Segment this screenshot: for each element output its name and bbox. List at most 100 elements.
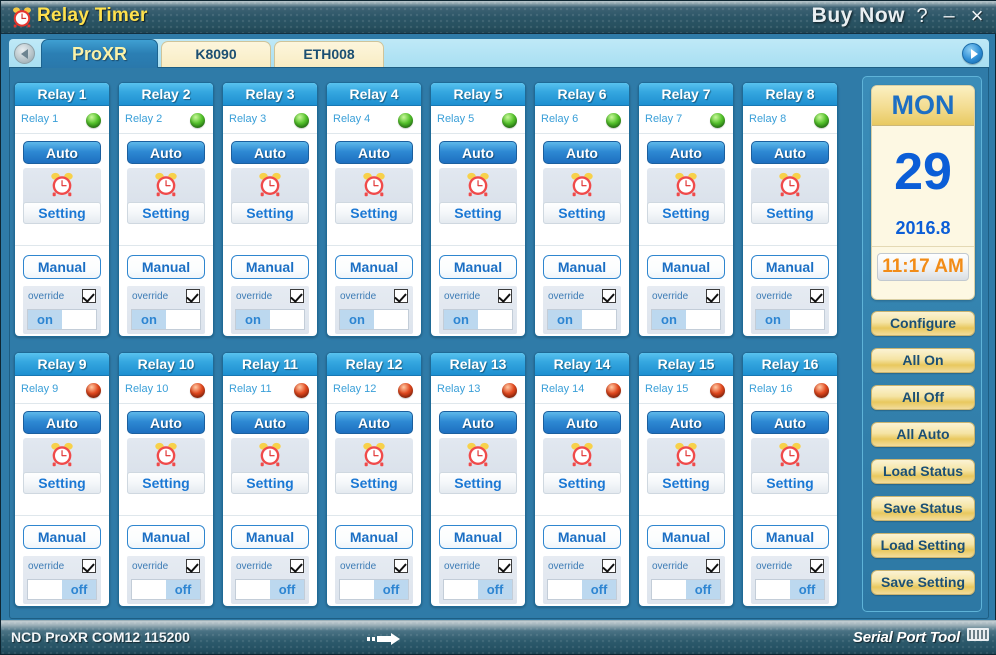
toggle-on[interactable]: on <box>444 310 478 329</box>
auto-button[interactable]: Auto <box>127 411 205 434</box>
toggle-on[interactable]: on <box>548 310 582 329</box>
on-off-toggle[interactable]: off <box>755 579 825 600</box>
override-checkbox[interactable] <box>810 559 824 573</box>
setting-button[interactable]: Setting <box>335 472 413 494</box>
toggle-blank[interactable] <box>340 580 374 599</box>
toggle-blank[interactable] <box>652 580 686 599</box>
manual-button[interactable]: Manual <box>543 525 621 549</box>
auto-button[interactable]: Auto <box>231 141 309 164</box>
chevron-right-icon[interactable] <box>962 43 983 64</box>
manual-button[interactable]: Manual <box>335 525 413 549</box>
chevron-left-icon[interactable] <box>14 43 35 64</box>
sidebar-button-all-on[interactable]: All On <box>871 348 975 373</box>
setting-button[interactable]: Setting <box>231 472 309 494</box>
setting-button[interactable]: Setting <box>439 202 517 224</box>
manual-button[interactable]: Manual <box>647 255 725 279</box>
auto-button[interactable]: Auto <box>231 411 309 434</box>
auto-button[interactable]: Auto <box>439 411 517 434</box>
toggle-on[interactable]: on <box>236 310 270 329</box>
toggle-blank[interactable] <box>374 310 408 329</box>
toggle-off[interactable]: off <box>478 580 512 599</box>
toggle-on[interactable]: on <box>756 310 790 329</box>
toggle-blank[interactable] <box>62 310 96 329</box>
override-checkbox[interactable] <box>498 289 512 303</box>
override-checkbox[interactable] <box>498 559 512 573</box>
auto-button[interactable]: Auto <box>23 411 101 434</box>
toggle-on[interactable]: on <box>28 310 62 329</box>
auto-button[interactable]: Auto <box>543 411 621 434</box>
setting-button[interactable]: Setting <box>23 202 101 224</box>
auto-button[interactable]: Auto <box>335 411 413 434</box>
toggle-blank[interactable] <box>444 580 478 599</box>
on-off-toggle[interactable]: on <box>131 309 201 330</box>
on-off-toggle[interactable]: off <box>547 579 617 600</box>
manual-button[interactable]: Manual <box>127 525 205 549</box>
toggle-blank[interactable] <box>28 580 62 599</box>
toggle-blank[interactable] <box>478 310 512 329</box>
on-off-toggle[interactable]: on <box>651 309 721 330</box>
toggle-off[interactable]: off <box>790 580 824 599</box>
setting-button[interactable]: Setting <box>127 202 205 224</box>
auto-button[interactable]: Auto <box>751 141 829 164</box>
setting-button[interactable]: Setting <box>751 472 829 494</box>
override-checkbox[interactable] <box>186 289 200 303</box>
override-checkbox[interactable] <box>394 559 408 573</box>
auto-button[interactable]: Auto <box>439 141 517 164</box>
toggle-off[interactable]: off <box>686 580 720 599</box>
setting-button[interactable]: Setting <box>23 472 101 494</box>
toggle-blank[interactable] <box>236 580 270 599</box>
manual-button[interactable]: Manual <box>439 255 517 279</box>
manual-button[interactable]: Manual <box>543 255 621 279</box>
manual-button[interactable]: Manual <box>23 525 101 549</box>
override-checkbox[interactable] <box>82 289 96 303</box>
manual-button[interactable]: Manual <box>335 255 413 279</box>
auto-button[interactable]: Auto <box>335 141 413 164</box>
override-checkbox[interactable] <box>82 559 96 573</box>
sidebar-button-configure[interactable]: Configure <box>871 311 975 336</box>
toggle-blank[interactable] <box>790 310 824 329</box>
setting-button[interactable]: Setting <box>647 202 725 224</box>
auto-button[interactable]: Auto <box>127 141 205 164</box>
manual-button[interactable]: Manual <box>751 525 829 549</box>
override-checkbox[interactable] <box>602 559 616 573</box>
manual-button[interactable]: Manual <box>231 255 309 279</box>
on-off-toggle[interactable]: off <box>651 579 721 600</box>
sidebar-button-all-off[interactable]: All Off <box>871 385 975 410</box>
on-off-toggle[interactable]: off <box>339 579 409 600</box>
manual-button[interactable]: Manual <box>23 255 101 279</box>
on-off-toggle[interactable]: on <box>339 309 409 330</box>
override-checkbox[interactable] <box>706 289 720 303</box>
tab-eth008[interactable]: ETH008 <box>274 41 384 68</box>
close-button[interactable]: × <box>967 5 987 27</box>
toggle-off[interactable]: off <box>374 580 408 599</box>
toggle-blank[interactable] <box>756 580 790 599</box>
setting-button[interactable]: Setting <box>335 202 413 224</box>
toggle-on[interactable]: on <box>132 310 166 329</box>
tab-k8090[interactable]: K8090 <box>161 41 271 68</box>
manual-button[interactable]: Manual <box>751 255 829 279</box>
toggle-blank[interactable] <box>270 310 304 329</box>
toggle-on[interactable]: on <box>340 310 374 329</box>
auto-button[interactable]: Auto <box>543 141 621 164</box>
buy-now-link[interactable]: Buy Now <box>812 4 905 28</box>
setting-button[interactable]: Setting <box>543 472 621 494</box>
toggle-blank[interactable] <box>132 580 166 599</box>
help-button[interactable]: ? <box>913 6 931 26</box>
setting-button[interactable]: Setting <box>647 472 725 494</box>
sidebar-button-save-setting[interactable]: Save Setting <box>871 570 975 595</box>
toggle-off[interactable]: off <box>62 580 96 599</box>
auto-button[interactable]: Auto <box>23 141 101 164</box>
setting-button[interactable]: Setting <box>439 472 517 494</box>
manual-button[interactable]: Manual <box>127 255 205 279</box>
toggle-blank[interactable] <box>686 310 720 329</box>
on-off-toggle[interactable]: on <box>547 309 617 330</box>
toggle-blank[interactable] <box>548 580 582 599</box>
sidebar-button-all-auto[interactable]: All Auto <box>871 422 975 447</box>
override-checkbox[interactable] <box>394 289 408 303</box>
setting-button[interactable]: Setting <box>231 202 309 224</box>
toggle-off[interactable]: off <box>166 580 200 599</box>
toggle-off[interactable]: off <box>582 580 616 599</box>
auto-button[interactable]: Auto <box>647 411 725 434</box>
on-off-toggle[interactable]: on <box>443 309 513 330</box>
manual-button[interactable]: Manual <box>647 525 725 549</box>
